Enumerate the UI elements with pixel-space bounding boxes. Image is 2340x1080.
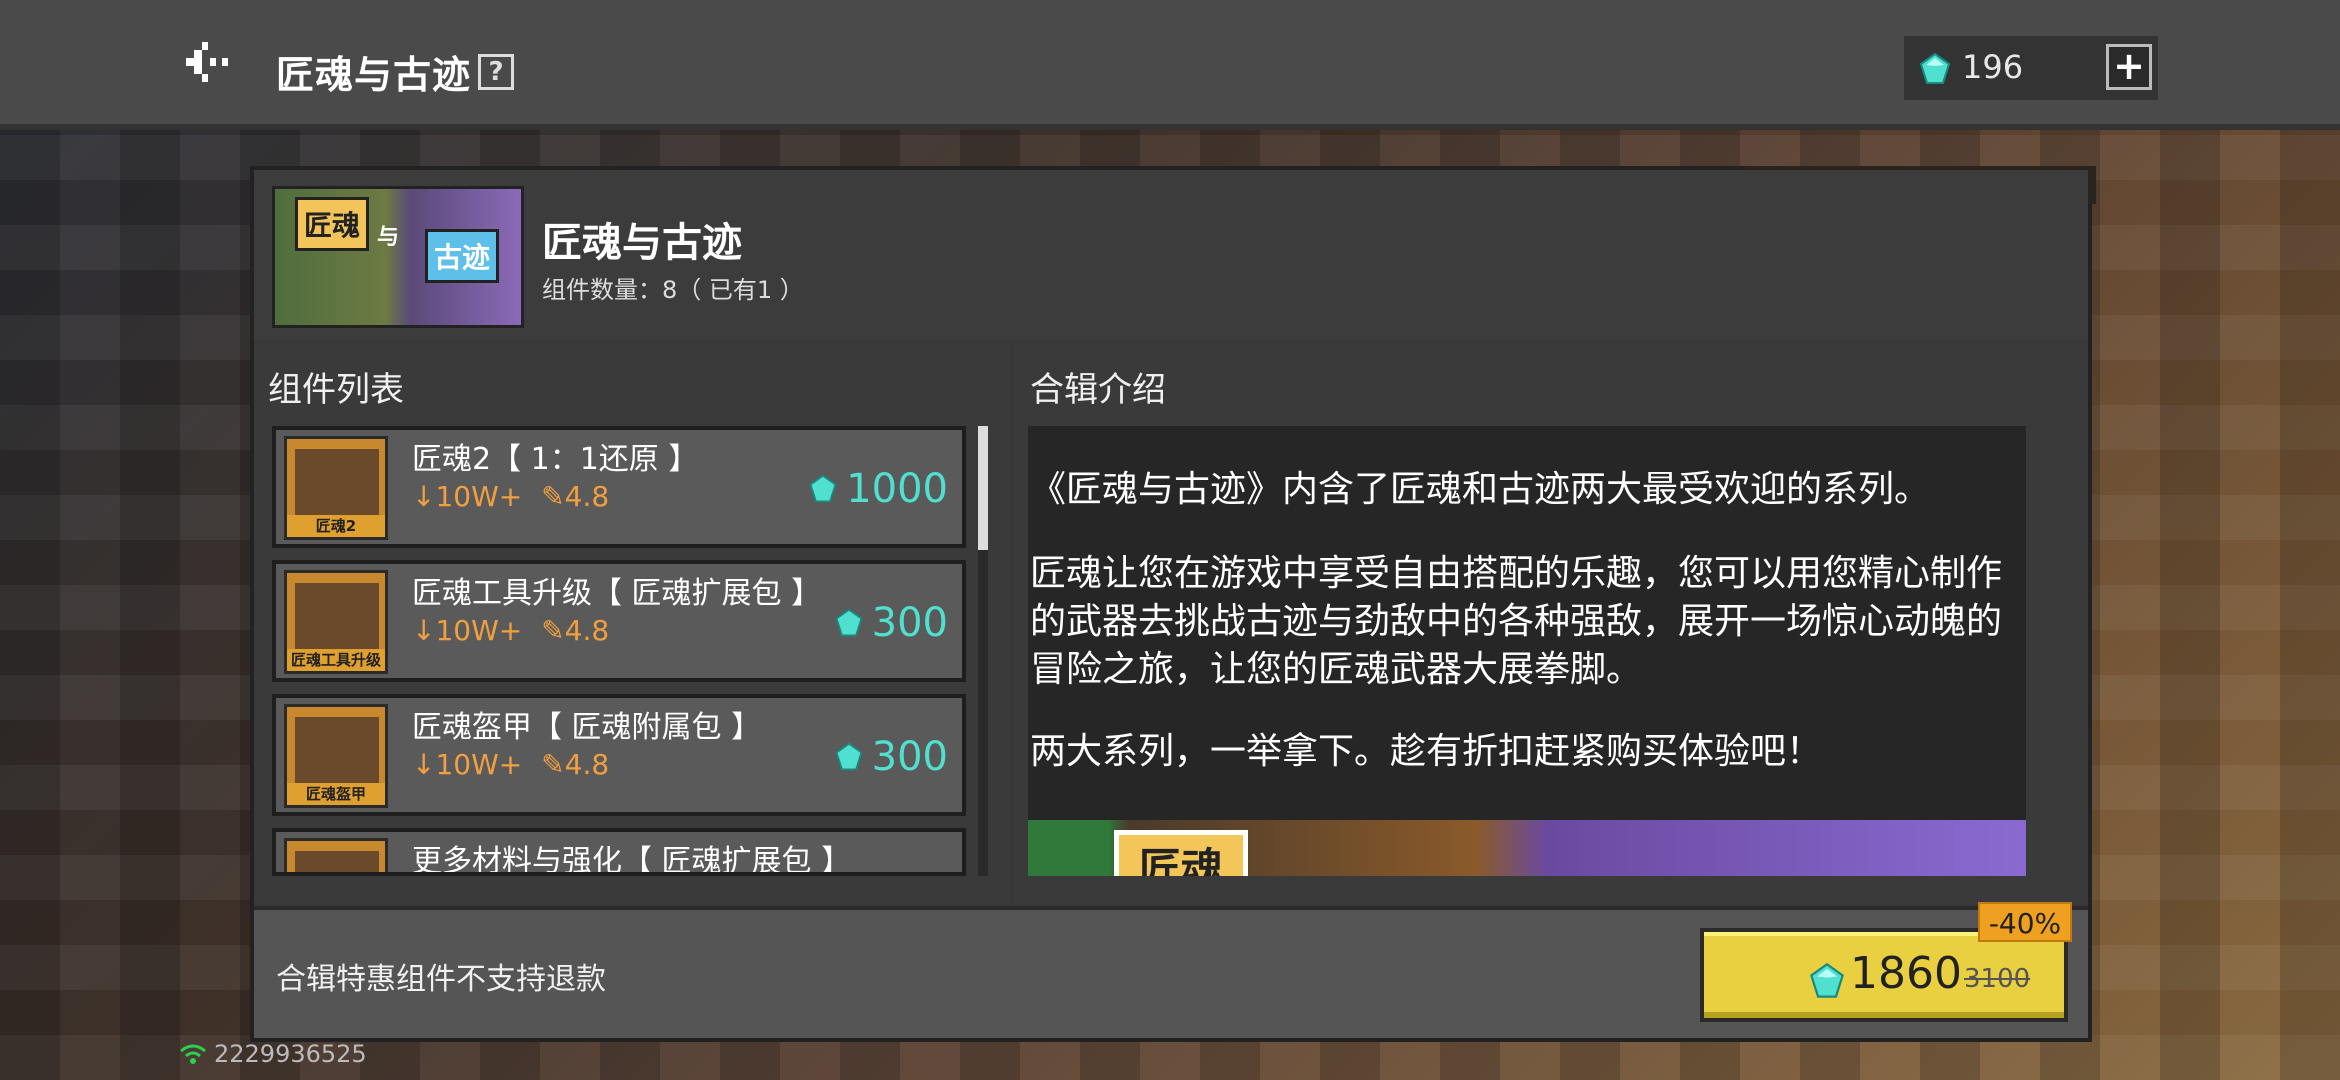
- item-price: 300: [834, 600, 948, 646]
- item-name: 匠魂盔甲【 匠魂附属包 】: [412, 710, 762, 745]
- description-label: 合辑介绍: [1030, 370, 1166, 410]
- gem-icon: [835, 608, 863, 637]
- bundle-header: [254, 170, 2088, 340]
- back-button[interactable]: [180, 40, 236, 86]
- item-stats: ↓10W+ ✎4.8: [412, 748, 609, 781]
- thumb-tag-1: 匠魂: [295, 197, 370, 251]
- bundle-thumbnail: 匠魂 与 古迹: [272, 186, 524, 328]
- item-downloads: 10W+: [435, 614, 523, 647]
- help-icon[interactable]: ?: [478, 54, 514, 90]
- item-rating: 4.8: [564, 748, 610, 781]
- gem-icon: [1919, 52, 1951, 84]
- signal-icon: [180, 1044, 206, 1064]
- item-rating: 4.8: [564, 480, 610, 513]
- gem-icon: [809, 474, 837, 503]
- item-name: 更多材料与强化【 匠魂扩展包 】: [412, 844, 852, 876]
- bundle-title: 匠魂与古迹: [542, 220, 742, 266]
- description-paragraph: 《匠魂与古迹》内含了匠魂和古迹两大最受欢迎的系列。: [1030, 469, 1931, 510]
- item-price-value: 1000: [846, 466, 948, 512]
- currency-display: 196 +: [1904, 36, 2158, 100]
- item-icon-caption: 匠魂工具升级: [287, 649, 385, 671]
- list-scrollbar[interactable]: [978, 426, 988, 876]
- item-name: 匠魂工具升级【 匠魂扩展包 】: [412, 576, 822, 611]
- thumb-joiner: 与: [377, 225, 400, 250]
- download-icon: ↓: [412, 480, 436, 513]
- description-paragraph: 两大系列，一举拿下。趁有折扣赶紧购买体验吧！: [1030, 731, 1823, 772]
- item-icon: 匠魂盔甲: [284, 704, 388, 808]
- item-stats: ↓10W+ ✎4.8: [412, 480, 609, 513]
- list-item[interactable]: 匠魂2 匠魂2【 1：1还原 】 ↓10W+ ✎4.8 1000: [272, 426, 966, 548]
- back-icon: [186, 42, 228, 82]
- item-price-value: 300: [871, 600, 948, 646]
- status-line: 2229936525: [178, 1040, 367, 1068]
- item-rating: 4.8: [564, 614, 610, 647]
- item-icon: [284, 838, 388, 872]
- download-icon: ↓: [412, 748, 436, 781]
- page-title: 匠魂与古迹: [276, 53, 472, 97]
- gem-icon: [1810, 962, 1844, 998]
- thumb-tag-2: 古迹: [425, 229, 500, 283]
- rating-icon: ✎: [541, 614, 565, 647]
- refund-note: 合辑特惠组件不支持退款: [276, 962, 606, 997]
- item-icon-caption: 匠魂盔甲: [287, 783, 385, 805]
- buy-price: 1860: [1850, 948, 1962, 999]
- player-id: 2229936525: [214, 1040, 367, 1068]
- currency-amount: 196: [1962, 48, 2024, 86]
- item-icon-caption: 匠魂2: [287, 515, 385, 537]
- add-currency-button[interactable]: +: [2106, 44, 2152, 90]
- item-name: 匠魂2【 1：1还原 】: [412, 442, 699, 477]
- rating-icon: ✎: [541, 748, 565, 781]
- description-banner-image: 匠魂: [1028, 820, 2026, 876]
- list-item[interactable]: 匠魂工具升级 匠魂工具升级【 匠魂扩展包 】 ↓10W+ ✎4.8 300: [272, 560, 966, 682]
- item-price: 1000: [808, 466, 948, 512]
- item-downloads: 10W+: [435, 748, 523, 781]
- scroll-thumb[interactable]: [978, 426, 988, 550]
- old-price: 3100: [1964, 964, 2031, 994]
- description-box: 《匠魂与古迹》内含了匠魂和古迹两大最受欢迎的系列。 匠魂让您在游戏中享受自由搭配…: [1028, 426, 2026, 876]
- component-list-label: 组件列表: [268, 370, 404, 410]
- rating-icon: ✎: [541, 480, 565, 513]
- top-bar: 匠魂与古迹 ? 196 +: [0, 0, 2340, 130]
- banner-word: 匠魂: [1114, 830, 1249, 876]
- discount-badge: -40%: [1978, 902, 2072, 942]
- item-icon: 匠魂2: [284, 436, 388, 540]
- description-paragraph: 匠魂让您在游戏中享受自由搭配的乐趣，您可以用您精心制作的武器去挑战古迹与劲敌中的…: [1030, 553, 2003, 690]
- item-price: 300: [834, 734, 948, 780]
- item-downloads: 10W+: [435, 480, 523, 513]
- list-item[interactable]: 匠魂盔甲 匠魂盔甲【 匠魂附属包 】 ↓10W+ ✎4.8 300: [272, 694, 966, 816]
- download-icon: ↓: [412, 614, 436, 647]
- bundle-count: 组件数量：8（ 已有1 ）: [542, 276, 804, 304]
- item-icon: 匠魂工具升级: [284, 570, 388, 674]
- item-stats: ↓10W+ ✎4.8: [412, 614, 609, 647]
- list-item[interactable]: 更多材料与强化【 匠魂扩展包 】: [272, 828, 966, 876]
- item-price-value: 300: [871, 734, 948, 780]
- gem-icon: [835, 742, 863, 771]
